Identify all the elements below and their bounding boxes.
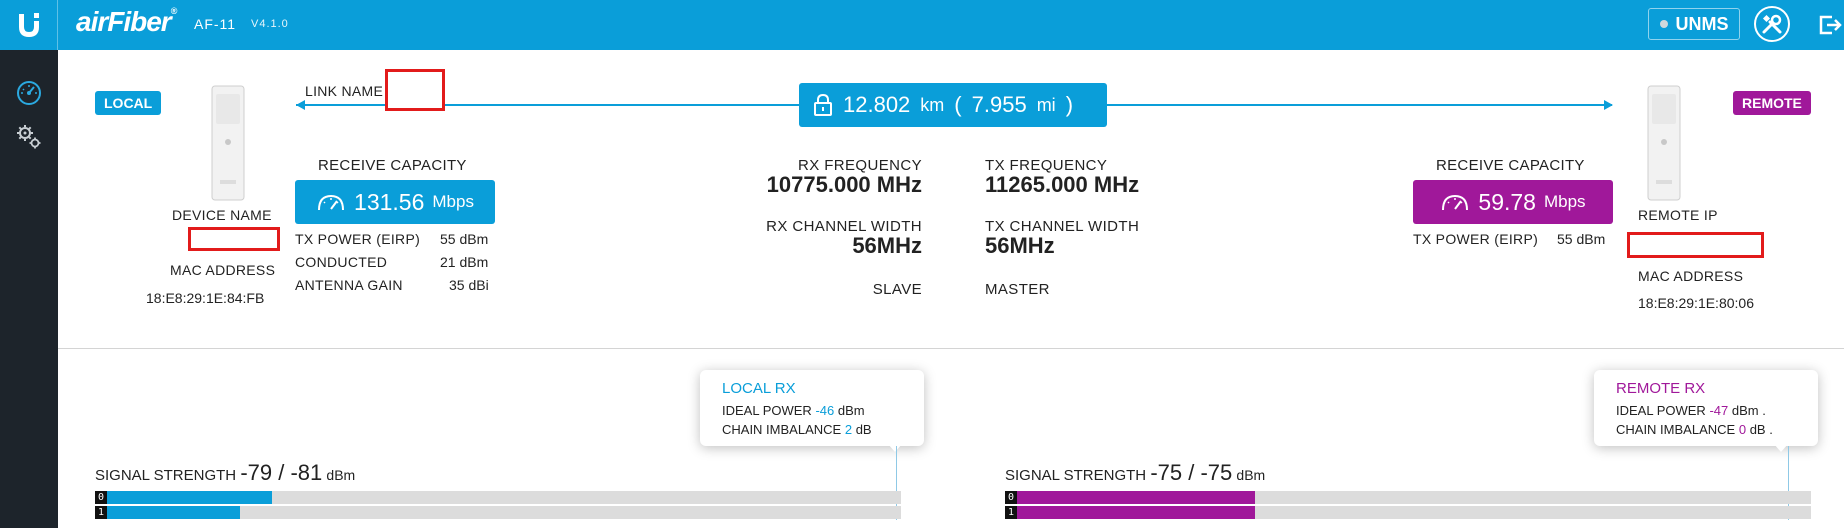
- tools-icon: [1762, 14, 1782, 34]
- firmware-version: V4.1.0: [251, 18, 289, 30]
- device-name-redacted: [188, 227, 280, 251]
- remote-tx-power-label: TX POWER (EIRP): [1413, 231, 1539, 247]
- remote-chain1-bar: 1: [1005, 506, 1811, 519]
- local-signal-strength: SIGNAL STRENGTH -79 / -81 dBm: [95, 460, 356, 485]
- local-rx-tooltip: LOCAL RX IDEAL POWER -46 dBm CHAIN IMBAL…: [700, 370, 924, 452]
- local-tx-power-label: TX POWER (EIRP): [295, 231, 421, 247]
- conducted-label: CONDUCTED: [295, 254, 388, 270]
- unms-status-dot-icon: [1659, 20, 1668, 28]
- arrow-left-icon: [296, 100, 305, 110]
- paren-open: (: [954, 92, 962, 117]
- remote-rx-tooltip: REMOTE RX IDEAL POWER -47 dBm . CHAIN IM…: [1594, 370, 1818, 452]
- remote-capacity-value: 59.78: [1478, 188, 1536, 215]
- ubiquiti-logo-icon[interactable]: [0, 0, 58, 50]
- remote-receive-capacity-label: RECEIVE CAPACITY: [1436, 157, 1585, 174]
- distance-mi-unit: mi: [1036, 94, 1056, 115]
- tx-frequency-value: 11265.000 MHz: [985, 172, 1140, 197]
- link-name-field[interactable]: [385, 69, 445, 111]
- remote-rx-title: REMOTE RX: [1616, 380, 1706, 397]
- remote-capacity-unit: Mbps: [1543, 192, 1586, 211]
- distance-km-unit: km: [920, 94, 945, 115]
- remote-tx-power-value: 55 dBm: [1557, 231, 1606, 247]
- unms-label: UNMS: [1675, 13, 1729, 34]
- unms-button[interactable]: UNMS: [1648, 8, 1740, 40]
- local-chain-imbalance: CHAIN IMBALANCE 2 dB: [722, 422, 872, 437]
- remote-ip-redacted: [1627, 232, 1764, 258]
- local-rx-title: LOCAL RX: [722, 380, 796, 397]
- antenna-gain-label: ANTENNA GAIN: [295, 277, 403, 293]
- local-device-image: [208, 84, 248, 202]
- remote-ip-label: REMOTE IP: [1638, 207, 1718, 223]
- lock-icon: [814, 93, 832, 116]
- arrow-right-icon: [1604, 100, 1613, 110]
- device-model: AF-11: [194, 16, 237, 32]
- local-chain1-tag: 1: [95, 506, 107, 519]
- remote-mac-value: 18:E8:29:1E:80:06: [1638, 295, 1754, 311]
- remote-chain0-tag: 0: [1005, 491, 1017, 504]
- local-mac-label: MAC ADDRESS: [170, 262, 276, 278]
- local-tx-power-value: 55 dBm: [440, 231, 489, 247]
- local-chain0-bar: 0: [95, 491, 901, 504]
- remote-ideal-power: IDEAL POWER -47 dBm .: [1616, 403, 1766, 418]
- local-role: SLAVE: [872, 281, 922, 298]
- remote-mac-label: MAC ADDRESS: [1638, 268, 1744, 284]
- local-chain1-bar: 1: [95, 506, 901, 519]
- rx-frequency-value: 10775.000 MHz: [766, 172, 922, 197]
- local-mac-value: 18:E8:29:1E:84:FB: [146, 290, 265, 306]
- tx-channel-width-value: 56MHz: [985, 233, 1055, 258]
- local-receive-capacity-label: RECEIVE CAPACITY: [318, 157, 467, 174]
- local-ideal-power: IDEAL POWER -46 dBm: [722, 403, 865, 418]
- top-bar: airFiber® AF-11 V4.1.0 UNMS: [0, 0, 1844, 50]
- local-badge: LOCAL: [95, 91, 162, 115]
- distance-km: 12.802: [843, 92, 911, 117]
- link-name-label: LINK NAME: [305, 83, 384, 99]
- remote-capacity-badge: 59.78 Mbps: [1413, 180, 1613, 224]
- local-capacity-badge: 131.56 Mbps: [295, 180, 495, 224]
- remote-badge: REMOTE: [1733, 91, 1811, 115]
- remote-role: MASTER: [985, 281, 1050, 298]
- local-chain0-fill: [95, 491, 273, 504]
- remote-chain0-fill: [1005, 491, 1255, 504]
- link-distance: 12.802 km ( 7.955 mi ): [799, 83, 1107, 127]
- local-chain0-tag: 0: [95, 491, 107, 504]
- local-capacity-value: 131.56: [354, 188, 425, 215]
- remote-chain1-tag: 1: [1005, 506, 1017, 519]
- sidebar: [0, 50, 58, 528]
- conducted-value: 21 dBm: [440, 254, 489, 270]
- section-divider: [58, 348, 1844, 349]
- speedometer-icon: [318, 194, 345, 211]
- rx-channel-width-value: 56MHz: [852, 233, 922, 258]
- device-name-label: DEVICE NAME: [172, 207, 272, 223]
- remote-chain0-bar: 0: [1005, 491, 1811, 504]
- logout-button[interactable]: [1818, 12, 1844, 38]
- settings-gear-icon[interactable]: [14, 122, 44, 152]
- distance-mi: 7.955: [971, 92, 1027, 117]
- speedometer-icon: [1442, 194, 1469, 211]
- remote-device-image: [1644, 84, 1684, 202]
- brand-logo: airFiber®: [76, 6, 177, 37]
- tools-button[interactable]: [1754, 6, 1790, 42]
- remote-chain1-fill: [1005, 506, 1255, 519]
- remote-signal-strength: SIGNAL STRENGTH -75 / -75 dBm: [1005, 460, 1266, 485]
- paren-close: ): [1065, 92, 1074, 117]
- logout-icon: [1819, 15, 1842, 35]
- antenna-gain-value: 35 dBi: [449, 277, 489, 293]
- remote-chain-imbalance: CHAIN IMBALANCE 0 dB .: [1616, 422, 1773, 437]
- local-capacity-unit: Mbps: [432, 192, 474, 211]
- dashboard-icon[interactable]: [14, 78, 44, 108]
- local-chain1-fill: [95, 506, 241, 519]
